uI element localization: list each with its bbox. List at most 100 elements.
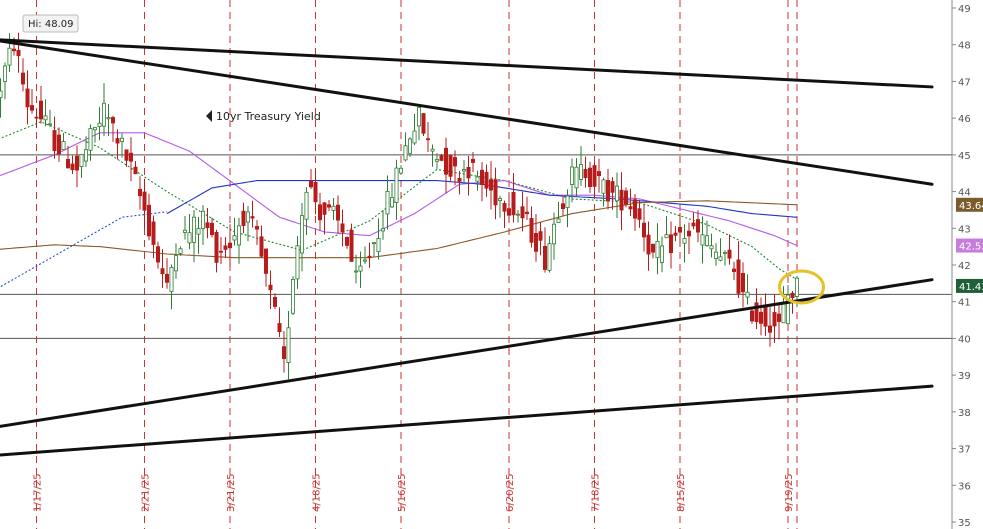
candle-down (628, 206, 633, 210)
y-tick-label: 35 (958, 518, 971, 529)
candle-down (75, 155, 80, 171)
candle-down (128, 152, 133, 162)
candle-down (448, 155, 453, 177)
candle-down (335, 204, 340, 221)
candle-down (520, 206, 525, 219)
chart-title: 10yr Treasury Yield (216, 110, 321, 123)
y-tick-label: 42 (958, 261, 971, 272)
annotations-layer: Hi: 48.09 10yr Treasury Yield (22, 14, 825, 305)
candle-up (376, 238, 381, 252)
candle-down (470, 158, 475, 163)
candle-down (597, 171, 602, 177)
candle-up (579, 164, 584, 180)
y-tick-label: 39 (958, 371, 971, 382)
y-tick-label: 49 (958, 4, 971, 15)
y-tick-label: 47 (958, 77, 971, 88)
y-axis: 35 36 37 38 39 40 41 42 43 44 45 46 47 48 49 (951, 0, 983, 529)
date-label: 3/21/25 (226, 473, 237, 512)
candle-up (398, 167, 403, 174)
candle-down (790, 292, 795, 299)
candle-down (340, 223, 345, 233)
candle-up (660, 245, 665, 263)
candle-up (371, 242, 376, 245)
candle-down (214, 231, 219, 263)
candle-down (218, 250, 223, 253)
date-label: 4/18/25 (312, 473, 323, 512)
candle-up (232, 235, 237, 241)
candle-down (439, 155, 444, 161)
candle-down (425, 138, 430, 141)
candle-up (403, 145, 408, 161)
candle-down (727, 249, 732, 259)
candle-up (745, 291, 750, 298)
candle-down (750, 310, 755, 322)
candlestick-chart: 35 36 37 38 39 40 41 42 43 44 45 46 47 48 49 43.64 42.5… (0, 0, 983, 529)
trendlines-layer (0, 38, 934, 457)
y-tick-label: 44 (958, 188, 971, 199)
candle-down (619, 189, 624, 211)
candle-down (277, 323, 282, 332)
candle-down (11, 48, 16, 52)
candle-down (344, 237, 349, 246)
y-tick-label: 43 (958, 224, 971, 235)
candle-down (367, 255, 372, 259)
grid-layer (36, 0, 798, 529)
candle-down (250, 216, 255, 219)
candle-down (768, 325, 773, 333)
candle-down (20, 72, 25, 85)
candle-up (286, 327, 291, 363)
candle-down (16, 49, 21, 57)
y-tick-label: 40 (958, 334, 971, 345)
candle-up (385, 191, 390, 215)
candle-down (133, 166, 138, 175)
y-tick-label: 41 (958, 298, 971, 309)
candle-down (205, 222, 210, 229)
candle-down (466, 167, 471, 179)
candle-down (272, 296, 277, 307)
candle-up (61, 141, 66, 151)
candle-down (227, 242, 232, 249)
candle-down (151, 221, 156, 245)
candle-down (155, 246, 160, 263)
candle-up (389, 197, 394, 208)
candle-up (434, 159, 439, 162)
candle-up (416, 107, 421, 127)
candle-down (588, 167, 593, 188)
candle-down (592, 165, 597, 187)
candle-down (691, 222, 696, 227)
candle-down (39, 100, 44, 120)
y-tick-label: 46 (958, 114, 971, 125)
candle-up (178, 248, 183, 254)
candle-down (241, 210, 246, 227)
candle-down (642, 222, 647, 238)
candle-up (723, 251, 728, 254)
y-tick-label: 36 (958, 481, 971, 492)
candle-down (443, 147, 448, 175)
candle-up (169, 266, 174, 292)
candle-up (547, 243, 552, 271)
candle-down (772, 312, 777, 327)
candle-up (43, 115, 48, 121)
candle-down (137, 188, 142, 197)
candle-up (173, 255, 178, 272)
price-tag-label: 41.43 (959, 282, 983, 293)
candle-down (263, 248, 268, 274)
candle-down (326, 204, 331, 208)
candle-down (651, 243, 656, 253)
candle-down (421, 113, 426, 134)
candle-up (88, 128, 93, 151)
chart-area: 35 36 37 38 39 40 41 42 43 44 45 46 47 48 49 43.64 42.5… (0, 0, 983, 529)
candle-down (696, 219, 701, 233)
candle-up (380, 228, 385, 232)
candle-up (187, 232, 192, 244)
candle-up (412, 130, 417, 144)
y-tick-label: 37 (958, 445, 971, 456)
candle-up (353, 270, 358, 273)
candle-up (795, 277, 800, 297)
candle-down (759, 311, 764, 324)
candle-down (66, 158, 71, 169)
moving-average-line (0, 211, 168, 288)
candle-down (610, 181, 615, 193)
candle-up (106, 117, 111, 120)
candle-down (254, 225, 259, 230)
